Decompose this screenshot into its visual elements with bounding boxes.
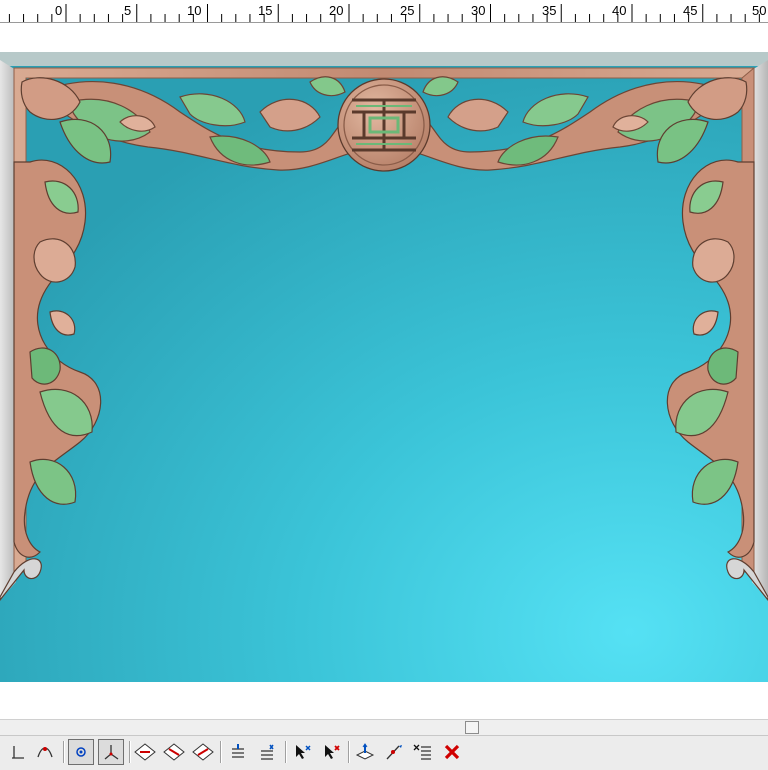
relief-viewport[interactable] — [0, 52, 768, 682]
horizontal-scrollbar[interactable] — [0, 719, 768, 736]
list-edit-icon[interactable] — [410, 739, 436, 765]
layer-down-icon[interactable] — [225, 739, 251, 765]
view-front-icon[interactable] — [132, 739, 158, 765]
select-add-icon[interactable] — [289, 739, 315, 765]
move-icon[interactable] — [352, 739, 378, 765]
ruler-label: 50 — [752, 3, 767, 18]
view-iso-icon[interactable] — [190, 739, 216, 765]
curve-icon[interactable] — [32, 739, 58, 765]
shou-medallion — [337, 78, 431, 172]
ruler-ticks — [8, 4, 760, 22]
scrollbar-thumb[interactable] — [465, 721, 479, 734]
delete-icon[interactable] — [439, 739, 465, 765]
axis-icon[interactable] — [4, 739, 30, 765]
bottom-toolbar — [0, 735, 768, 770]
ruler-label: 5 — [124, 3, 132, 18]
layer-up-icon[interactable] — [254, 739, 280, 765]
pick-icon[interactable] — [381, 739, 407, 765]
select-remove-icon[interactable] — [318, 739, 344, 765]
ruler-label: 20 — [329, 3, 344, 18]
relief-carving-render — [0, 52, 768, 682]
snap-axis-icon[interactable] — [98, 739, 124, 765]
ruler-label: 10 — [187, 3, 202, 18]
horizontal-ruler: 0 5 10 15 20 25 30 35 40 45 50 — [0, 0, 768, 23]
ruler-label: 35 — [542, 3, 557, 18]
ruler-label: 40 — [612, 3, 627, 18]
ruler-label: 25 — [400, 3, 415, 18]
ruler-label: 30 — [471, 3, 486, 18]
ruler-label: 45 — [683, 3, 698, 18]
ruler-label: 0 — [55, 3, 63, 18]
ruler-label: 15 — [258, 3, 273, 18]
view-top-icon[interactable] — [161, 739, 187, 765]
snap-point-icon[interactable] — [68, 739, 94, 765]
